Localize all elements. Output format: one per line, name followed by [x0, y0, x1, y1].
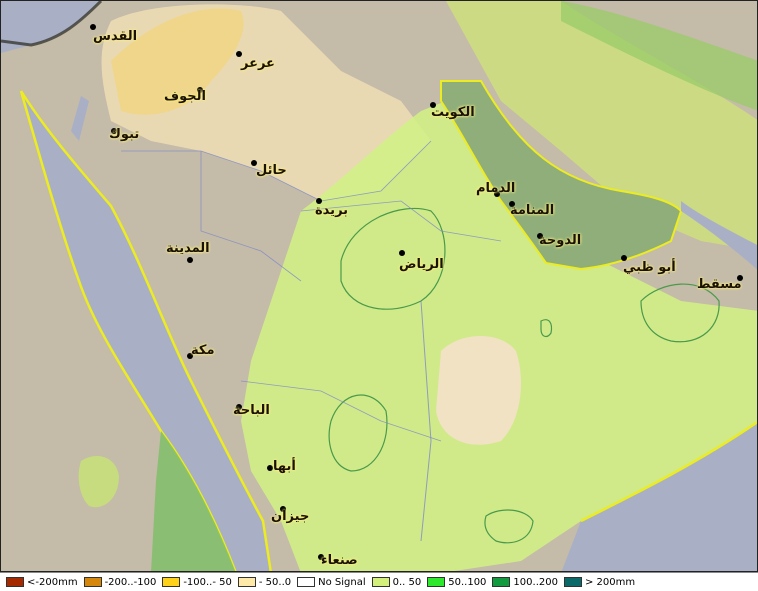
legend-label: No Signal	[318, 576, 366, 588]
legend-item: 0.. 50	[371, 576, 422, 588]
legend-label: <-200mm	[27, 576, 78, 588]
legend-swatch	[237, 577, 256, 587]
city-label-hail: حائل	[256, 163, 287, 178]
legend-item: 100..200	[492, 577, 558, 588]
city-label-buraydah: بريدة	[315, 203, 349, 218]
city-label-sanaa: صنعاء	[321, 553, 358, 568]
legend-label: > 200mm	[584, 576, 636, 588]
city-label-abudhabi: أبو ظبي	[623, 260, 676, 275]
legend-item: No Signal	[297, 577, 366, 588]
legend-item: - 50..0	[237, 576, 292, 588]
anomaly-neg50-south	[436, 336, 521, 445]
legend-swatch	[563, 577, 582, 587]
legend-item: -100..- 50	[162, 577, 232, 588]
legend-label: 0.. 50	[392, 576, 422, 588]
legend-item: <-200mm	[6, 577, 78, 588]
legend-swatch	[162, 577, 181, 587]
city-label-abha: أبها	[273, 459, 296, 474]
legend-item: 50..100	[427, 577, 486, 588]
city-label-kuwait: الكويت	[431, 105, 475, 120]
legend-swatch	[427, 577, 446, 587]
city-label-doha: الدوحة	[539, 233, 582, 248]
legend: <-200mm -200..-100 -100..- 50 - 50..0 No…	[0, 572, 758, 591]
city-label-tabuk: تبوك	[109, 127, 140, 142]
map-canvas	[1, 1, 757, 571]
city-dot-madinah	[187, 257, 193, 263]
legend-label: 100..200	[513, 576, 558, 588]
city-label-manama: المنامة	[510, 203, 555, 218]
legend-swatch	[6, 577, 24, 587]
legend-label: - 50..0	[258, 576, 292, 588]
city-label-quds: القدس	[93, 29, 138, 44]
city-label-jizan: جيزان	[271, 509, 310, 524]
legend-item: -200..-100	[83, 576, 157, 588]
city-label-baha: الباحة	[233, 403, 270, 418]
city-label-jawf: الجوف	[164, 89, 206, 104]
legend-label: -100..- 50	[183, 576, 232, 588]
legend-swatch	[492, 577, 511, 587]
city-label-dammam: الدمام	[476, 181, 516, 196]
city-label-madinah: المدينة	[166, 241, 210, 256]
legend-label: -200..-100	[104, 576, 157, 588]
city-dot-riyadh	[399, 250, 405, 256]
city-label-arar: عرعر	[241, 56, 275, 71]
legend-item: > 200mm	[563, 576, 636, 588]
map-view[interactable]: القدس عرعر الجوف تبوك حائل الكويت بريدة …	[0, 0, 758, 572]
legend-label: 50..100	[448, 576, 487, 588]
legend-swatch	[371, 577, 390, 587]
city-label-makkah: مكة	[191, 343, 215, 358]
legend-swatch	[297, 577, 316, 587]
city-label-riyadh: الرياض	[399, 257, 444, 272]
city-label-muscat: مسقط	[697, 277, 742, 292]
legend-swatch	[83, 577, 102, 587]
